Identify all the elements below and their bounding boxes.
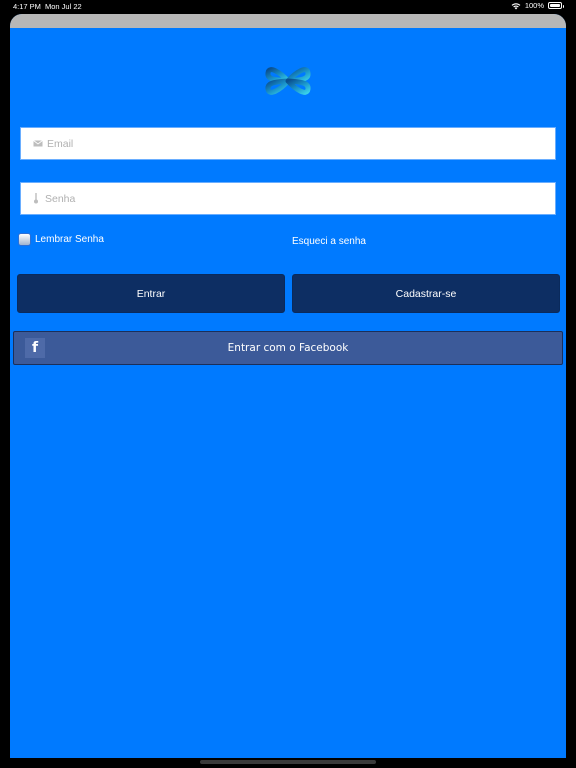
email-field[interactable] bbox=[20, 127, 556, 160]
battery-icon bbox=[548, 2, 564, 9]
facebook-login-button[interactable]: f Entrar com o Facebook bbox=[13, 331, 563, 365]
device-frame: 4:17 PM Mon Jul 22 100% Email Lembrar Se… bbox=[0, 0, 576, 768]
forgot-password-link[interactable]: Esqueci a senha bbox=[292, 236, 366, 247]
status-bar: 4:17 PM Mon Jul 22 100% bbox=[0, 0, 576, 14]
app-screen: Lembrar Senha Esqueci a senha Entrar Cad… bbox=[10, 14, 566, 758]
email-input[interactable] bbox=[47, 137, 555, 150]
password-field[interactable] bbox=[20, 182, 556, 215]
home-indicator[interactable] bbox=[200, 760, 376, 764]
navigation-bar bbox=[10, 14, 566, 28]
facebook-icon: f bbox=[25, 338, 45, 358]
status-time: 4:17 PM bbox=[13, 2, 41, 11]
status-date: Mon Jul 22 bbox=[45, 2, 82, 11]
battery-percent: 100% bbox=[524, 1, 544, 10]
wifi-icon bbox=[511, 2, 521, 10]
remember-label: Lembrar Senha bbox=[35, 234, 104, 245]
remember-checkbox[interactable] bbox=[18, 233, 31, 246]
app-logo bbox=[263, 57, 313, 105]
register-button[interactable]: Cadastrar-se bbox=[292, 274, 560, 313]
key-icon bbox=[31, 193, 41, 204]
status-right: 100% bbox=[511, 1, 564, 10]
mail-icon bbox=[33, 140, 43, 147]
login-button[interactable]: Entrar bbox=[17, 274, 285, 313]
facebook-button-label: Entrar com o Facebook bbox=[227, 342, 349, 354]
remember-password[interactable]: Lembrar Senha bbox=[18, 233, 104, 246]
password-input[interactable] bbox=[45, 192, 555, 205]
